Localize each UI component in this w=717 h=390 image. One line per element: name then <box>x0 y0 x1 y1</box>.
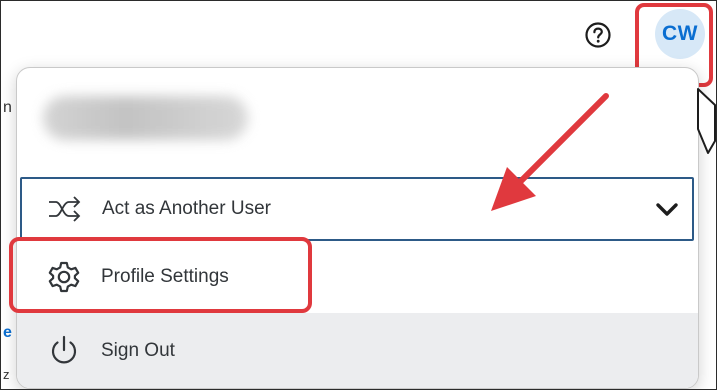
avatar-initials: CW <box>662 22 698 45</box>
power-icon <box>45 332 83 370</box>
avatar-button[interactable]: CW <box>655 9 705 59</box>
menu-item-label: Sign Out <box>101 339 175 361</box>
screenshot-frame: n e z CW Act as Another User Profile Set… <box>0 0 717 390</box>
help-circle-icon[interactable] <box>584 21 612 49</box>
menu-item-label: Act as Another User <box>102 198 271 219</box>
background-text-fragment: n <box>3 99 12 116</box>
menu-item-profile-settings[interactable]: Profile Settings <box>17 243 698 311</box>
menu-item-sign-out[interactable]: Sign Out <box>17 313 698 388</box>
user-menu-dropdown: Act as Another User Profile Settings Sig… <box>16 67 699 389</box>
shuffle-icon <box>46 190 84 228</box>
chevron-down-icon[interactable] <box>654 197 680 223</box>
background-text-fragment: e <box>3 324 12 341</box>
menu-item-label: Profile Settings <box>101 266 229 287</box>
gear-icon <box>45 258 83 296</box>
menu-item-act-as-another-user[interactable]: Act as Another User <box>20 177 694 241</box>
background-text-fragment: z <box>3 367 10 382</box>
mouse-pointer-icon <box>697 88 716 154</box>
user-name-redacted <box>43 96 248 140</box>
